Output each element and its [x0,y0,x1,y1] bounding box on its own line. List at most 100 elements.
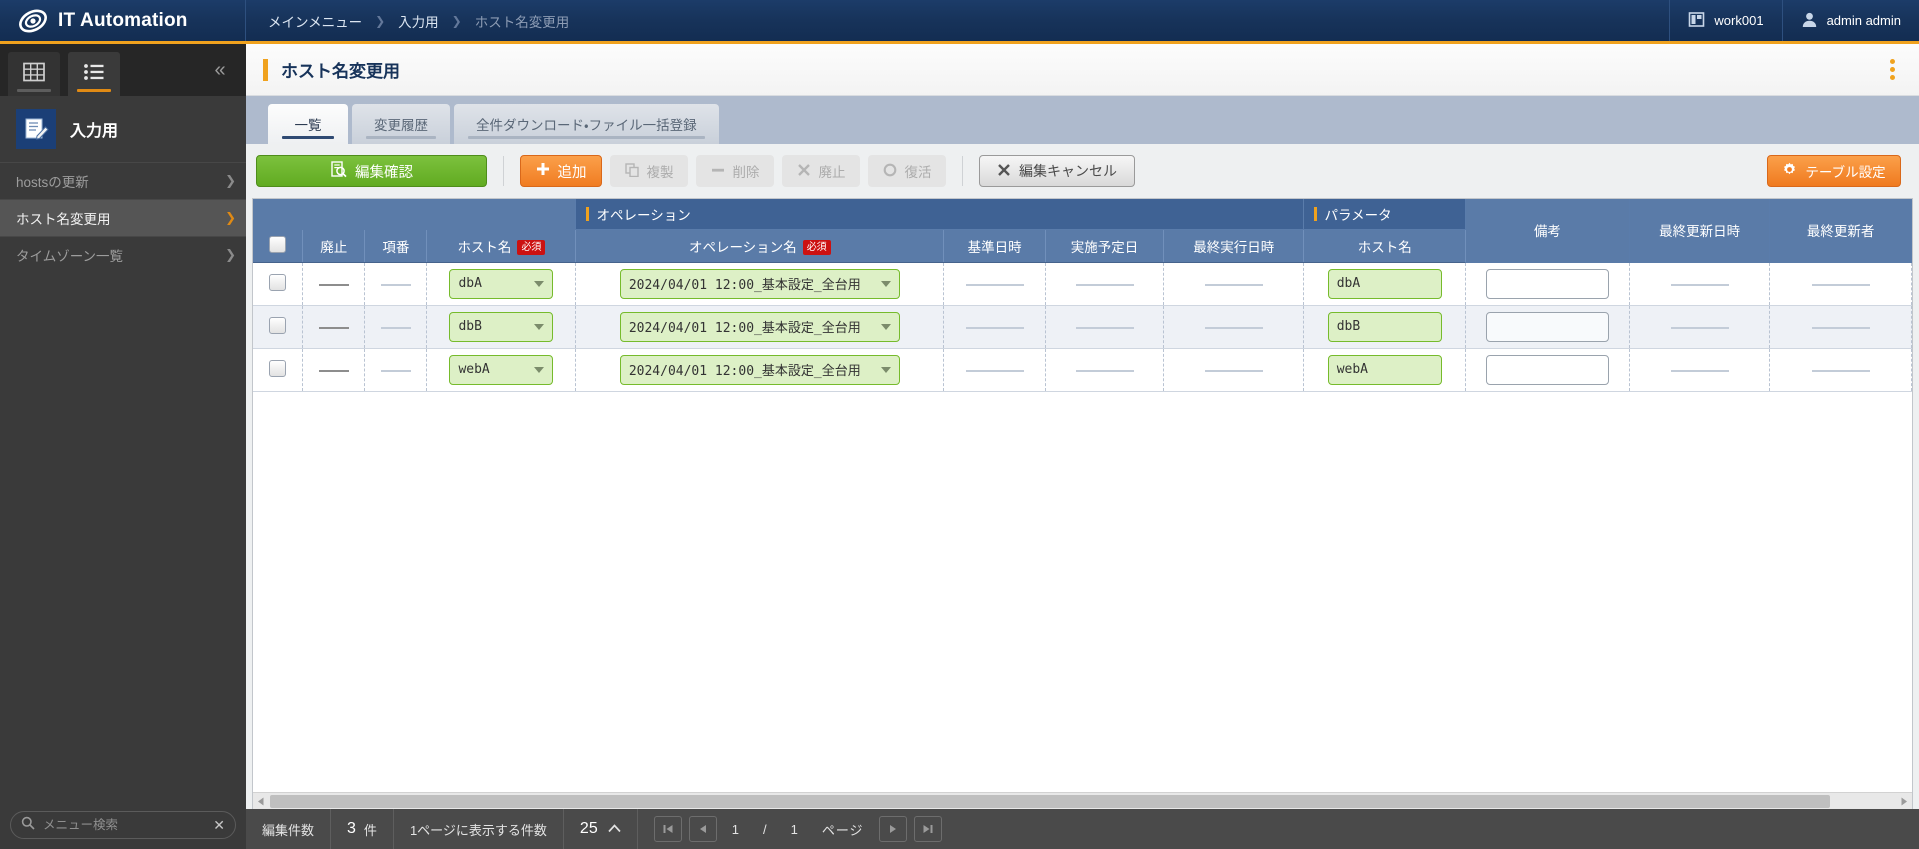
tab-bulk-download-upload[interactable]: 全件ダウンロード・ファイル一括登録 [454,104,719,144]
column-header-discontinue[interactable]: 廃止 [302,229,366,263]
empty-dash-icon [1204,283,1263,286]
prev-page-button[interactable] [688,816,717,842]
workspace-label: work001 [1714,13,1764,28]
operation-name-select[interactable]: 2024/04/01 12:00_基本設定_全台用 [619,268,900,299]
select-all-checkbox[interactable] [269,235,287,253]
remarks-input[interactable] [1485,311,1609,342]
column-header-seq[interactable]: 項番 [364,229,428,263]
table-row[interactable]: dbB 2024/04/01 12:00_基本設定_全台用 dbB [253,305,1912,349]
per-page-select[interactable]: 25 [564,809,638,849]
column-header-param-hostname[interactable]: ホスト名 [1303,229,1466,263]
operation-name-select[interactable]: 2024/04/01 12:00_基本設定_全台用 [619,311,900,342]
add-button[interactable]: 追加 [520,155,602,187]
close-icon[interactable]: ✕ [213,817,225,834]
cell-remarks [1465,262,1630,306]
horizontal-scrollbar[interactable] [253,792,1912,809]
param-hostname-input[interactable]: webA [1327,354,1442,385]
param-hostname-input[interactable]: dbB [1327,311,1442,342]
cell-planned-date [1045,305,1165,349]
workspace-selector[interactable]: work001 [1669,0,1781,41]
confirm-edit-button[interactable]: 編集確認 [256,155,487,187]
row-checkbox[interactable] [269,359,287,377]
hostname-select[interactable]: dbA [449,268,554,299]
table-row[interactable]: webA 2024/04/01 12:00_基本設定_全台用 webA [253,348,1912,392]
tab-list[interactable]: 一覧 [268,104,348,144]
column-label: 実施予定日 [1070,239,1139,255]
column-header-operation-name[interactable]: オペレーション名 必須 [575,229,945,263]
param-hostname-value: dbB [1336,319,1361,334]
row-checkbox[interactable] [269,273,287,291]
breadcrumb-item-1[interactable]: 入力用 [398,11,439,31]
operation-name-select[interactable]: 2024/04/01 12:00_基本設定_全台用 [619,354,900,385]
sidebar-collapse-button[interactable]: « [194,44,246,96]
tab-change-history[interactable]: 変更履歴 [352,104,450,144]
cell-updated-by [1769,262,1912,306]
column-label: 最終実行日時 [1193,239,1275,255]
remarks-input[interactable] [1485,268,1609,299]
cell-last-exec [1163,305,1305,349]
cell-operation-name: 2024/04/01 12:00_基本設定_全台用 [575,262,945,306]
column-header-base-datetime[interactable]: 基準日時 [943,229,1047,263]
scrollbar-thumb[interactable] [270,794,1830,808]
hostname-select[interactable]: dbB [449,311,554,342]
menu-search-input[interactable] [43,818,206,832]
cell-param-hostname: dbA [1303,262,1466,306]
page-title-accent [263,58,268,81]
swirl-logo-icon [18,6,48,36]
discontinue-button[interactable]: 廃止 [782,155,860,187]
user-menu[interactable]: admin admin [1781,0,1919,41]
scroll-left-icon[interactable] [253,793,270,810]
column-header-hostname[interactable]: ホスト名 必須 [426,229,577,263]
delete-button[interactable]: 削除 [696,155,774,187]
menu-search-box[interactable]: ✕ [10,811,236,839]
column-header-last-exec-datetime[interactable]: 最終実行日時 [1163,229,1305,263]
empty-dash-icon [380,369,411,372]
sidebar-view-tabs: « [0,44,246,96]
group-parameter: パラメータ [1303,199,1466,230]
cell-base-datetime [943,262,1047,306]
sidebar-tab-list[interactable] [68,52,120,96]
breadcrumb-item-0[interactable]: メインメニュー [268,11,362,31]
first-page-button[interactable] [653,816,682,842]
last-page-button[interactable] [913,816,942,842]
sidebar-item-hostname-change[interactable]: ホスト名変更用 ❯ [0,199,246,236]
chevron-down-icon [534,280,545,287]
next-page-button[interactable] [878,816,907,842]
sidebar-item-hosts-update[interactable]: hostsの更新 ❯ [0,162,246,199]
workspace-icon [1688,11,1705,31]
column-header-remarks[interactable]: 備考 [1465,199,1630,263]
cell-discontinue [302,305,366,349]
cell-seq [364,305,428,349]
chevron-down-icon [880,323,891,330]
cell-planned-date [1045,348,1165,392]
row-checkbox[interactable] [269,316,287,334]
brand[interactable]: IT Automation [0,0,246,41]
column-header-updated-at[interactable]: 最終更新日時 [1629,199,1771,263]
hostname-select[interactable]: webA [449,354,554,385]
toolbar-divider [503,156,504,186]
table-settings-button[interactable]: テーブル設定 [1767,155,1901,187]
edit-count-unit: 件 [363,822,377,838]
column-header-select-all[interactable] [253,229,304,263]
scroll-right-icon[interactable] [1895,793,1912,810]
empty-dash-icon [1075,369,1134,372]
operation-name-value: 2024/04/01 12:00_基本設定_全台用 [628,364,861,379]
more-vertical-icon[interactable] [1884,53,1901,86]
param-hostname-input[interactable]: dbA [1327,268,1442,299]
duplicate-button[interactable]: 複製 [610,155,688,187]
scrollbar-track[interactable] [270,794,1895,808]
edit-count-value-cell: 3 件 [331,809,394,849]
cell-planned-date [1045,262,1165,306]
sidebar-tab-grid[interactable] [8,52,60,96]
cancel-edit-button[interactable]: 編集キャンセル [979,155,1135,187]
data-grid-scroll[interactable]: オペレーション パラメータ 備考 最終更新日時 最終更新者 廃止 項番 ホスト名… [253,199,1912,792]
sidebar-item-timezone-list[interactable]: タイムゾーン一覧 ❯ [0,236,246,273]
table-row[interactable]: dbA 2024/04/01 12:00_基本設定_全台用 dbA [253,262,1912,306]
column-label: 廃止 [320,239,348,255]
column-header-updated-by[interactable]: 最終更新者 [1769,199,1912,263]
column-header-planned-date[interactable]: 実施予定日 [1045,229,1165,263]
button-label: 削除 [732,165,760,180]
remarks-input[interactable] [1485,354,1609,385]
x-icon [997,163,1011,180]
restore-button[interactable]: 復活 [868,155,946,187]
